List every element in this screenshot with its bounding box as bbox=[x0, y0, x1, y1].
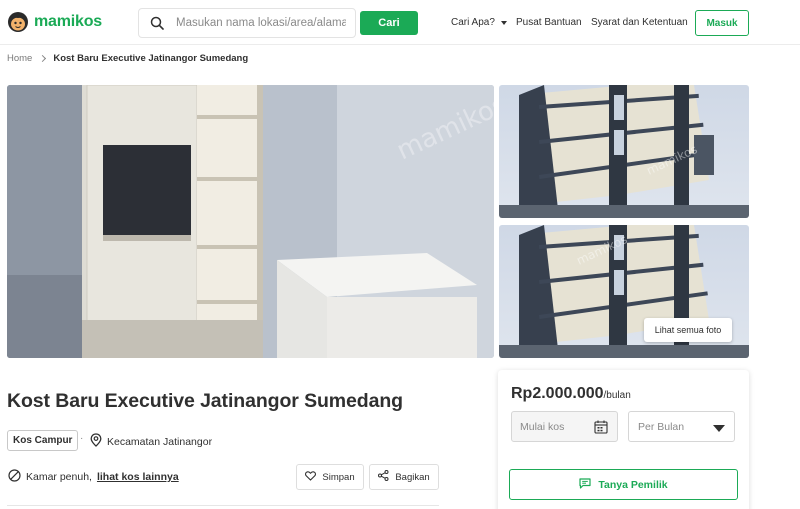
nav-syarat-ketentuan[interactable]: Syarat dan Ketentuan bbox=[591, 17, 688, 28]
heart-icon bbox=[305, 470, 317, 484]
other-kos-link[interactable]: lihat kos lainnya bbox=[97, 471, 179, 483]
save-label: Simpan bbox=[322, 471, 355, 483]
price-value: Rp2.000.000 bbox=[511, 385, 604, 402]
breadcrumb-current: Kost Baru Executive Jatinangor Sumedang bbox=[53, 53, 249, 64]
start-date-placeholder: Mulai kos bbox=[520, 420, 565, 433]
calendar-icon bbox=[594, 420, 608, 437]
nav-pusat-bantuan[interactable]: Pusat Bantuan bbox=[516, 17, 582, 28]
room-type-badge: Kos Campur bbox=[7, 430, 79, 451]
side-photo-top[interactable]: mamikos bbox=[499, 85, 749, 218]
breadcrumb-home[interactable]: Home bbox=[7, 53, 32, 64]
no-entry-icon bbox=[8, 469, 21, 485]
share-label: Bagikan bbox=[395, 471, 430, 483]
chevron-right-icon bbox=[39, 54, 47, 63]
login-button[interactable]: Masuk bbox=[695, 10, 749, 36]
see-all-photos-button[interactable]: Lihat semua foto bbox=[644, 318, 732, 342]
search-button[interactable]: Cari bbox=[360, 11, 418, 35]
search-icon bbox=[150, 16, 164, 30]
share-button[interactable]: Bagikan bbox=[369, 464, 439, 490]
search-input[interactable] bbox=[176, 17, 346, 29]
share-icon bbox=[378, 470, 389, 484]
location-pin-icon bbox=[90, 433, 102, 450]
chevron-down-icon bbox=[713, 425, 725, 432]
top-navbar: mamikos Cari Cari Apa? Pusat Bantuan Sya… bbox=[0, 0, 800, 45]
location-text: Kecamatan Jatinangor bbox=[107, 435, 213, 448]
nav-cari-apa[interactable]: Cari Apa? bbox=[451, 17, 507, 28]
chat-icon bbox=[579, 477, 591, 492]
nav-cari-apa-label: Cari Apa? bbox=[451, 17, 495, 28]
divider bbox=[7, 505, 439, 506]
main-photo[interactable]: mamikos bbox=[7, 85, 494, 358]
start-date-field[interactable]: Mulai kos bbox=[511, 411, 618, 442]
logo-text: mamikos bbox=[34, 13, 102, 30]
separator-dot: · bbox=[80, 433, 84, 444]
price: Rp2.000.000 /bulan bbox=[511, 385, 631, 403]
status-text: Kamar penuh, bbox=[26, 471, 92, 483]
period-select[interactable]: Per Bulan bbox=[628, 411, 735, 442]
price-unit: /bulan bbox=[603, 390, 631, 401]
location: Kecamatan Jatinangor bbox=[90, 433, 212, 450]
breadcrumb: Home Kost Baru Executive Jatinangor Sume… bbox=[7, 53, 248, 64]
chevron-down-icon bbox=[500, 20, 507, 25]
logo-icon bbox=[7, 11, 29, 33]
save-button[interactable]: Simpan bbox=[296, 464, 364, 490]
search-box bbox=[138, 8, 356, 38]
availability-status: Kamar penuh, lihat kos lainnya bbox=[8, 469, 179, 485]
logo[interactable]: mamikos bbox=[7, 11, 102, 33]
period-value: Per Bulan bbox=[638, 420, 685, 433]
booking-card: Rp2.000.000 /bulan Mulai kos Per Bulan T… bbox=[498, 370, 749, 509]
listing-title: Kost Baru Executive Jatinangor Sumedang bbox=[7, 390, 403, 412]
ask-owner-label: Tanya Pemilik bbox=[598, 478, 668, 491]
ask-owner-button[interactable]: Tanya Pemilik bbox=[509, 469, 738, 500]
